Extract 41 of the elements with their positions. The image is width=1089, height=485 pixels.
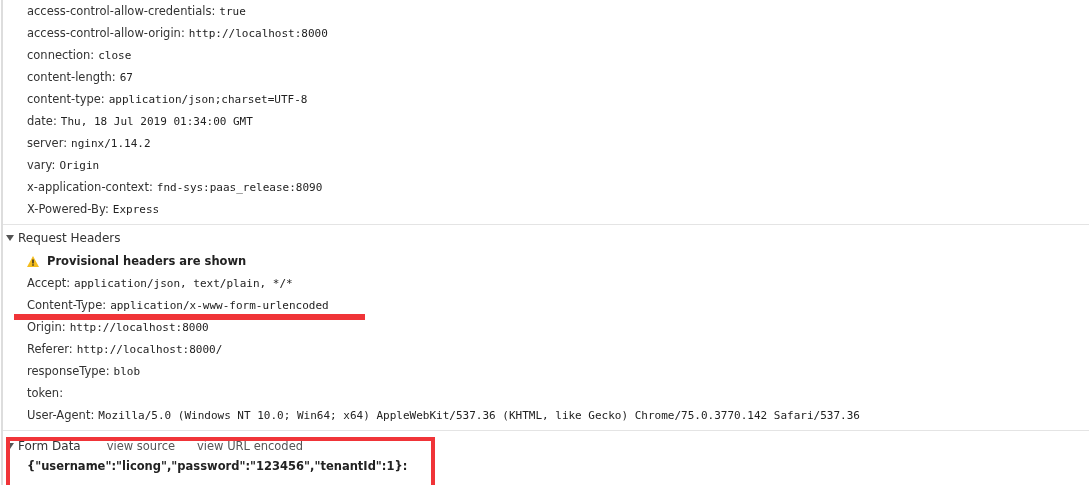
header-value: application/x-www-form-urlencoded — [110, 299, 329, 312]
header-name: responseType: — [27, 364, 110, 378]
warning-icon — [27, 255, 39, 267]
header-name: Accept: — [27, 276, 71, 290]
header-value: close — [98, 49, 132, 62]
form-data-body: {"username":"licong","password":"123456","tenantId":1}: — [27, 459, 408, 473]
warning-message: Provisional headers are shown — [47, 253, 247, 270]
header-name: date: — [27, 114, 57, 128]
collapse-triangle-icon[interactable] — [6, 233, 14, 242]
header-value: http://localhost:8000 — [69, 321, 209, 334]
header-value: Mozilla/5.0 (Windows NT 10.0; Win64; x64) AppleWebKit/537.36 (KHTML, like Gecko) Chrome/75.0.3770.142 Safari/537.36 — [98, 409, 860, 422]
header-name: content-type: — [27, 92, 105, 106]
header-value: fnd-sys:paas_release:8090 — [156, 181, 323, 194]
header-value: blob — [113, 365, 141, 378]
header-name: vary: — [27, 158, 56, 172]
header-value: 67 — [119, 71, 133, 84]
header-name: server: — [27, 136, 68, 150]
view-link[interactable]: view URL encoded — [197, 439, 304, 453]
section-title[interactable]: Form Data — [18, 439, 81, 453]
header-name: X-Powered-By: — [27, 202, 109, 216]
header-name: x-application-context: — [27, 180, 153, 194]
header-name: access-control-allow-credentials: — [27, 4, 216, 18]
header-value: nginx/1.14.2 — [71, 137, 151, 150]
header-name: Content-Type: — [27, 298, 107, 312]
header-value: true — [219, 5, 246, 18]
header-value: http://localhost:8000/ — [76, 343, 223, 356]
header-name: Origin: — [27, 320, 66, 334]
header-name: connection: — [27, 48, 95, 62]
view-link[interactable]: view source — [106, 439, 176, 453]
header-value: Thu, 18 Jul 2019 01:34:00 GMT — [60, 115, 253, 128]
header-name: access-control-allow-origin: — [27, 26, 185, 40]
section-title[interactable]: Request Headers — [18, 230, 121, 245]
header-value: Origin — [59, 159, 100, 172]
header-value: http://localhost:8000 — [188, 27, 328, 40]
header-value: application/json, text/plain, */* — [74, 277, 293, 290]
header-value: application/json;charset=UTF-8 — [108, 93, 308, 106]
header-name: User-Agent: — [27, 408, 95, 422]
header-name: token: — [27, 386, 64, 400]
header-value: Express — [112, 203, 160, 216]
header-name: content-length: — [27, 70, 116, 84]
header-name: Referer: — [27, 342, 73, 356]
